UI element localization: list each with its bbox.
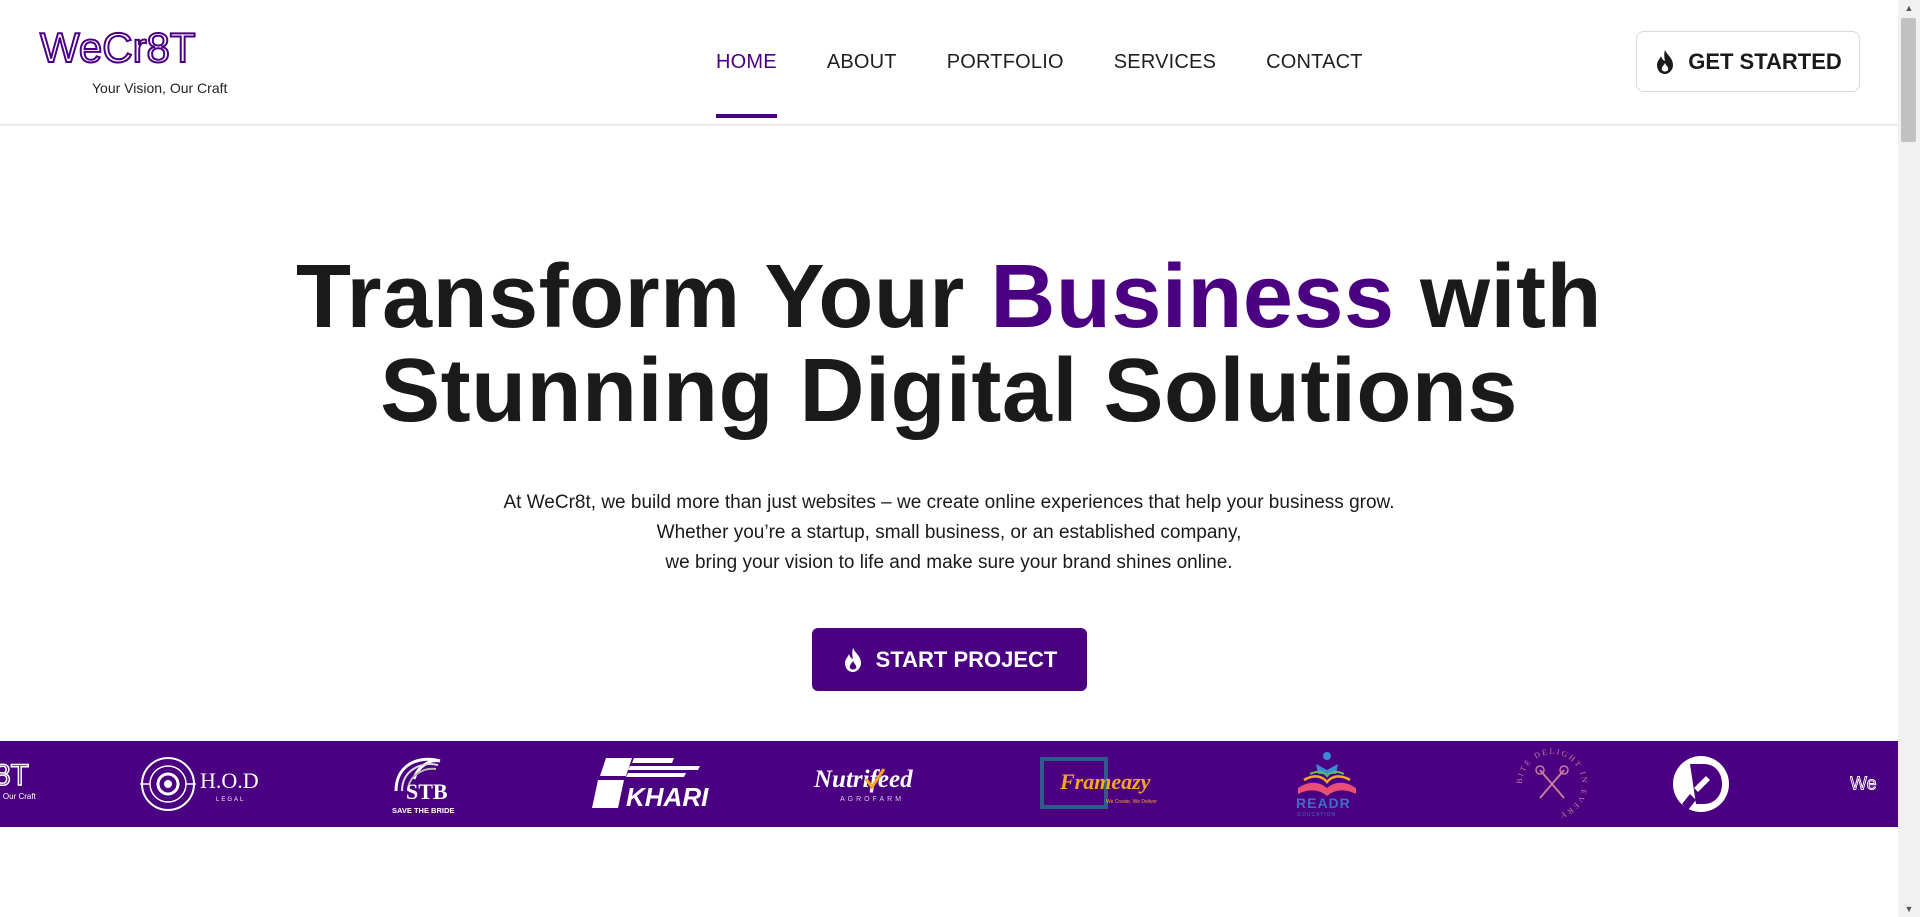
client-logo-wecr8t-partial: 8T n, Our Craft: [0, 741, 54, 827]
scroll-up-icon[interactable]: ▲: [1898, 0, 1920, 16]
hero-title-accent: Business: [990, 247, 1395, 347]
svg-text:SAVE THE BRIDE: SAVE THE BRIDE: [392, 806, 454, 815]
svg-text:WeCr8T: WeCr8T: [40, 28, 196, 71]
svg-text:STB: STB: [406, 779, 448, 804]
hero-title: Transform Your Business with Stunning Di…: [0, 250, 1898, 438]
get-started-label: GET STARTED: [1688, 48, 1842, 74]
svg-text:We Create, We Deliver: We Create, We Deliver: [1106, 799, 1157, 805]
nav-contact[interactable]: CONTACT: [1266, 0, 1363, 124]
logo-tagline: Your Vision, Our Craft: [92, 80, 228, 96]
flame-icon: [844, 647, 861, 672]
start-project-button[interactable]: START PROJECT: [812, 628, 1087, 691]
scroll-down-icon[interactable]: ▼: [1898, 901, 1920, 917]
client-logo-hod: H.O.D LEGAL: [138, 741, 268, 827]
svg-text:AGROFARM: AGROFARM: [840, 796, 904, 803]
logo-wordmark: WeCr8T: [39, 28, 197, 72]
client-logo-readr: READR EDUCATION: [1286, 741, 1368, 827]
svg-text:H.O.D: H.O.D: [200, 768, 259, 793]
hero-subtitle-line: we bring your vision to life and make su…: [665, 552, 1233, 573]
svg-text:8T: 8T: [0, 759, 29, 792]
nav-about[interactable]: ABOUT: [827, 0, 897, 124]
client-logo-save-the-bride: STB SAVE THE BRIDE: [388, 741, 458, 827]
hero-title-line2: Stunning Digital Solutions: [380, 341, 1518, 441]
hero-subtitle-line: At WeCr8t, we build more than just websi…: [503, 492, 1395, 513]
site-header: WeCr8T Your Vision, Our Craft HOME ABOUT…: [0, 0, 1898, 125]
nav-services[interactable]: SERVICES: [1114, 0, 1216, 124]
nav-home[interactable]: HOME: [716, 0, 777, 124]
flame-icon: [1657, 49, 1674, 74]
svg-text:We: We: [1850, 773, 1877, 793]
main-nav: HOME ABOUT PORTFOLIO SERVICES CONTACT: [716, 0, 1363, 124]
client-logo-nutrifeed: Nutrifeed AGROFARM: [812, 741, 940, 827]
hero-subtitle: At WeCr8t, we build more than just websi…: [0, 488, 1898, 578]
svg-text:READR: READR: [1296, 795, 1351, 811]
client-logo-khari: KHARI: [590, 741, 710, 827]
page-scrollbar[interactable]: ▲ ▼: [1898, 0, 1920, 917]
start-project-label: START PROJECT: [875, 646, 1058, 672]
hero-title-part1: Transform Your: [296, 247, 991, 347]
scrollbar-thumb[interactable]: [1901, 18, 1916, 142]
client-logo-frameazy: Frameazy We Create, We Deliver: [1040, 741, 1162, 827]
svg-text:LEGAL: LEGAL: [216, 797, 245, 803]
hero-title-part2: with: [1394, 247, 1602, 347]
svg-text:EDUCATION: EDUCATION: [1298, 812, 1336, 818]
brand-logo[interactable]: WeCr8T Your Vision, Our Craft: [38, 28, 238, 98]
client-logo-bite-delight: BITE DELIGHT IN EVERY: [1512, 741, 1592, 827]
svg-text:Nutrifeed: Nutrifeed: [813, 766, 913, 793]
hero-subtitle-line: Whether you’re a startup, small business…: [656, 522, 1242, 543]
svg-text:n, Our Craft: n, Our Craft: [0, 792, 37, 801]
client-logo-strip: 8T n, Our Craft H.O.D LEGAL: [0, 741, 1898, 827]
svg-text:Frameazy: Frameazy: [1059, 769, 1151, 794]
svg-text:KHARI: KHARI: [626, 782, 709, 812]
client-logo-d: D: [1672, 741, 1730, 827]
page: WeCr8T Your Vision, Our Craft HOME ABOUT…: [0, 0, 1898, 917]
get-started-button[interactable]: GET STARTED: [1636, 31, 1860, 92]
nav-portfolio[interactable]: PORTFOLIO: [947, 0, 1064, 124]
client-logo-wecr8t-partial-right: We: [1850, 741, 1898, 827]
